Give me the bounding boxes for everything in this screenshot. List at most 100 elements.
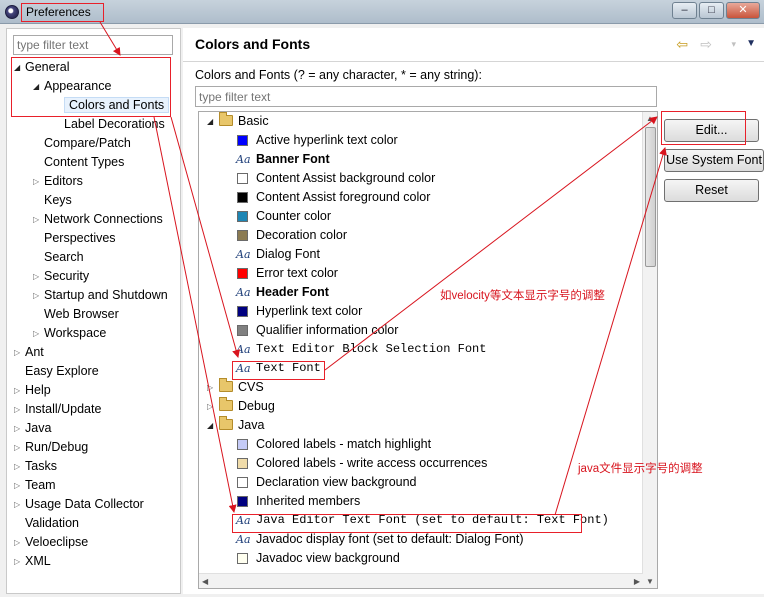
font-row[interactable]: Aa Text Editor Block Selection Font — [199, 340, 643, 359]
horizontal-scrollbar[interactable]: ◀ ▶ — [199, 573, 643, 588]
expand-icon[interactable]: ▷ — [33, 286, 39, 305]
tree-item-security[interactable]: ▷ Security — [33, 267, 89, 286]
expand-icon[interactable]: ▷ — [207, 378, 213, 397]
color-row[interactable]: Content Assist background color — [199, 169, 643, 188]
row-label: CVS — [238, 380, 264, 394]
category-row[interactable]: ▷ Debug — [199, 397, 643, 416]
tree-item-keys[interactable]: Keys — [44, 191, 72, 210]
expand-icon[interactable]: ▷ — [33, 172, 39, 191]
tree-item-java[interactable]: ▷ Java — [14, 419, 52, 438]
expand-icon[interactable]: ▷ — [14, 457, 20, 476]
annotation-box-colors-fonts — [11, 57, 171, 117]
collapse-icon[interactable]: ◢ — [207, 416, 213, 435]
color-row[interactable]: Javadoc view background — [199, 549, 643, 568]
color-row[interactable]: Active hyperlink text color — [199, 131, 643, 150]
category-row[interactable]: ▷ CVS — [199, 378, 643, 397]
expand-icon[interactable]: ▷ — [14, 381, 20, 400]
font-row[interactable]: Aa Dialog Font — [199, 245, 643, 264]
tree-item-label-decorations[interactable]: Label Decorations — [64, 115, 165, 134]
expand-icon[interactable]: ▷ — [33, 210, 39, 229]
filter-description: Colors and Fonts (? = any character, * =… — [195, 68, 482, 82]
color-swatch-icon — [237, 135, 248, 146]
category-row[interactable]: ◢ Basic — [199, 112, 643, 131]
tree-filter-input[interactable] — [13, 35, 173, 55]
tree-item-content-types[interactable]: Content Types — [44, 153, 124, 172]
tree-item-help[interactable]: ▷ Help — [14, 381, 51, 400]
color-row[interactable]: Declaration view background — [199, 473, 643, 492]
tree-item-label: Java — [25, 421, 52, 435]
expand-icon[interactable]: ▷ — [14, 533, 20, 552]
color-swatch-icon — [237, 439, 248, 450]
color-row[interactable]: Colored labels - match highlight — [199, 435, 643, 454]
tree-item-validation[interactable]: Validation — [25, 514, 79, 533]
color-swatch-icon — [237, 477, 248, 488]
collapse-icon[interactable]: ◢ — [207, 112, 213, 131]
expand-icon[interactable]: ▷ — [14, 400, 20, 419]
expand-icon[interactable]: ▷ — [14, 438, 20, 457]
tree-item-network-connections[interactable]: ▷ Network Connections — [33, 210, 163, 229]
color-swatch-icon — [237, 230, 248, 241]
color-row[interactable]: Content Assist foreground color — [199, 188, 643, 207]
close-button[interactable]: ✕ — [726, 2, 760, 19]
scroll-left-icon[interactable]: ◀ — [202, 577, 208, 586]
color-row[interactable]: Decoration color — [199, 226, 643, 245]
color-row[interactable]: Inherited members — [199, 492, 643, 511]
forward-arrow-icon[interactable]: ⇨ — [700, 37, 712, 51]
back-arrow-icon[interactable]: ⇦ — [676, 37, 688, 51]
tree-item-label: Install/Update — [25, 402, 102, 416]
row-label: Java — [238, 418, 265, 432]
color-row[interactable]: Colored labels - write access occurrence… — [199, 454, 643, 473]
tree-item-xml[interactable]: ▷ XML — [14, 552, 51, 571]
tree-item-workspace[interactable]: ▷ Workspace — [33, 324, 107, 343]
font-row[interactable]: Aa Banner Font — [199, 150, 643, 169]
scroll-up-icon[interactable]: ▲ — [646, 114, 654, 123]
tree-item-run-debug[interactable]: ▷ Run/Debug — [14, 438, 88, 457]
vertical-scrollbar[interactable]: ▲ ▼ — [642, 112, 657, 588]
tree-item-search[interactable]: Search — [44, 248, 84, 267]
maximize-button[interactable]: □ — [699, 2, 724, 19]
tree-item-perspectives[interactable]: Perspectives — [44, 229, 116, 248]
tree-item-startup-and-shutdown[interactable]: ▷ Startup and Shutdown — [33, 286, 168, 305]
expand-icon[interactable]: ▷ — [14, 419, 20, 438]
vertical-scroll-thumb[interactable] — [645, 127, 656, 267]
category-row[interactable]: ◢ Java — [199, 416, 643, 435]
row-label: Banner Font — [256, 152, 330, 166]
tree-item-web-browser[interactable]: Web Browser — [44, 305, 119, 324]
tree-item-compare-patch[interactable]: Compare/Patch — [44, 134, 131, 153]
expand-icon[interactable]: ▷ — [14, 476, 20, 495]
expand-icon[interactable]: ▷ — [14, 552, 20, 571]
forward-dropdown-icon[interactable]: ▾ — [731, 37, 736, 51]
title-bar: Preferences – □ ✕ — [0, 0, 764, 24]
minimize-button[interactable]: – — [672, 2, 697, 19]
tree-item-easy-explore[interactable]: Easy Explore — [25, 362, 99, 381]
tree-item-team[interactable]: ▷ Team — [14, 476, 56, 495]
scroll-right-icon[interactable]: ▶ — [634, 577, 640, 586]
expand-icon[interactable]: ▷ — [14, 343, 20, 362]
tree-item-editors[interactable]: ▷ Editors — [33, 172, 83, 191]
color-row[interactable]: Counter color — [199, 207, 643, 226]
tree-item-label: Veloeclipse — [25, 535, 89, 549]
reset-button[interactable]: Reset — [664, 179, 759, 202]
color-row[interactable]: Hyperlink text color — [199, 302, 643, 321]
tree-item-label: Workspace — [44, 326, 107, 340]
expand-icon[interactable]: ▷ — [14, 495, 20, 514]
expand-icon[interactable]: ▷ — [207, 397, 213, 416]
tree-item-usage-data-collector[interactable]: ▷ Usage Data Collector — [14, 495, 144, 514]
scroll-down-icon[interactable]: ▼ — [646, 577, 654, 586]
row-label: Header Font — [256, 285, 329, 299]
view-menu-icon[interactable]: ▼ — [746, 37, 756, 51]
tree-item-label: Usage Data Collector — [25, 497, 144, 511]
row-label: Debug — [238, 399, 275, 413]
expand-icon[interactable]: ▷ — [33, 267, 39, 286]
tree-item-veloeclipse[interactable]: ▷ Veloeclipse — [14, 533, 89, 552]
tree-item-ant[interactable]: ▷ Ant — [14, 343, 44, 362]
annotation-box-preferences — [21, 3, 104, 22]
expand-icon[interactable]: ▷ — [33, 324, 39, 343]
color-row[interactable]: Qualifier information color — [199, 321, 643, 340]
tree-item-install-update[interactable]: ▷ Install/Update — [14, 400, 102, 419]
color-row[interactable]: Error text color — [199, 264, 643, 283]
color-swatch-icon — [237, 192, 248, 203]
tree-item-tasks[interactable]: ▷ Tasks — [14, 457, 57, 476]
colors-filter-input[interactable] — [195, 86, 657, 107]
use-system-font-button[interactable]: Use System Font — [664, 149, 764, 172]
